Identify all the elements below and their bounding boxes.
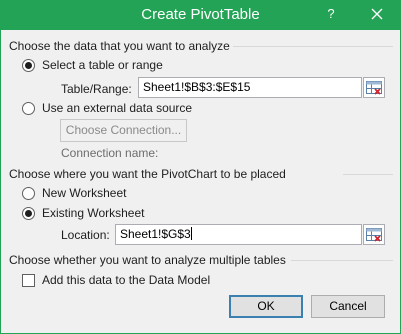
location-input[interactable]: Sheet1!$G$3 [115, 224, 362, 245]
ok-button[interactable]: OK [229, 295, 303, 318]
external-source-radio[interactable] [22, 102, 35, 115]
range-selector-icon [366, 228, 382, 242]
help-button[interactable]: ? [322, 5, 340, 23]
add-to-data-model-label[interactable]: Add this data to the Data Model [42, 273, 210, 287]
section-divider [233, 46, 393, 47]
existing-worksheet-radio[interactable] [22, 207, 35, 220]
existing-worksheet-option-label[interactable]: Existing Worksheet [42, 206, 145, 220]
section-divider [343, 174, 393, 175]
location-selector-button[interactable] [363, 224, 385, 245]
new-worksheet-radio[interactable] [22, 187, 35, 200]
dialog-title: Create PivotTable [141, 6, 260, 23]
location-label: Location: [61, 228, 110, 242]
text-caret [190, 227, 192, 240]
cancel-button[interactable]: Cancel [311, 295, 385, 318]
multiple-tables-section-heading: Choose whether you want to analyze multi… [9, 253, 286, 267]
select-table-radio[interactable] [22, 59, 35, 72]
section-divider [291, 260, 393, 261]
add-to-data-model-checkbox[interactable] [22, 274, 35, 287]
close-icon [371, 8, 383, 20]
close-button[interactable] [366, 5, 388, 23]
location-value: Sheet1!$G$3 [120, 227, 191, 241]
table-range-selector-button[interactable] [363, 77, 385, 98]
data-section-heading: Choose the data that you want to analyze [9, 39, 230, 53]
dialog-body: Choose the data that you want to analyze… [1, 30, 400, 333]
connection-name-label: Connection name: [61, 146, 159, 160]
choose-connection-button[interactable]: Choose Connection... [60, 119, 187, 142]
table-range-value: Sheet1!$B$3:$E$15 [143, 80, 251, 94]
table-range-input[interactable]: Sheet1!$B$3:$E$15 [138, 77, 362, 98]
table-range-label: Table/Range: [61, 82, 132, 96]
external-source-option-label[interactable]: Use an external data source [42, 101, 192, 115]
range-selector-icon [366, 81, 382, 95]
create-pivottable-dialog: Create PivotTable ? Choose the data that… [0, 0, 401, 334]
placement-section-heading: Choose where you want the PivotChart to … [9, 167, 286, 181]
select-table-option-text: Select a table or range [42, 58, 163, 72]
new-worksheet-option-label[interactable]: New Worksheet [42, 186, 126, 200]
title-bar[interactable]: Create PivotTable ? [0, 0, 401, 30]
select-table-option-label[interactable]: Select a table or range [42, 58, 163, 72]
